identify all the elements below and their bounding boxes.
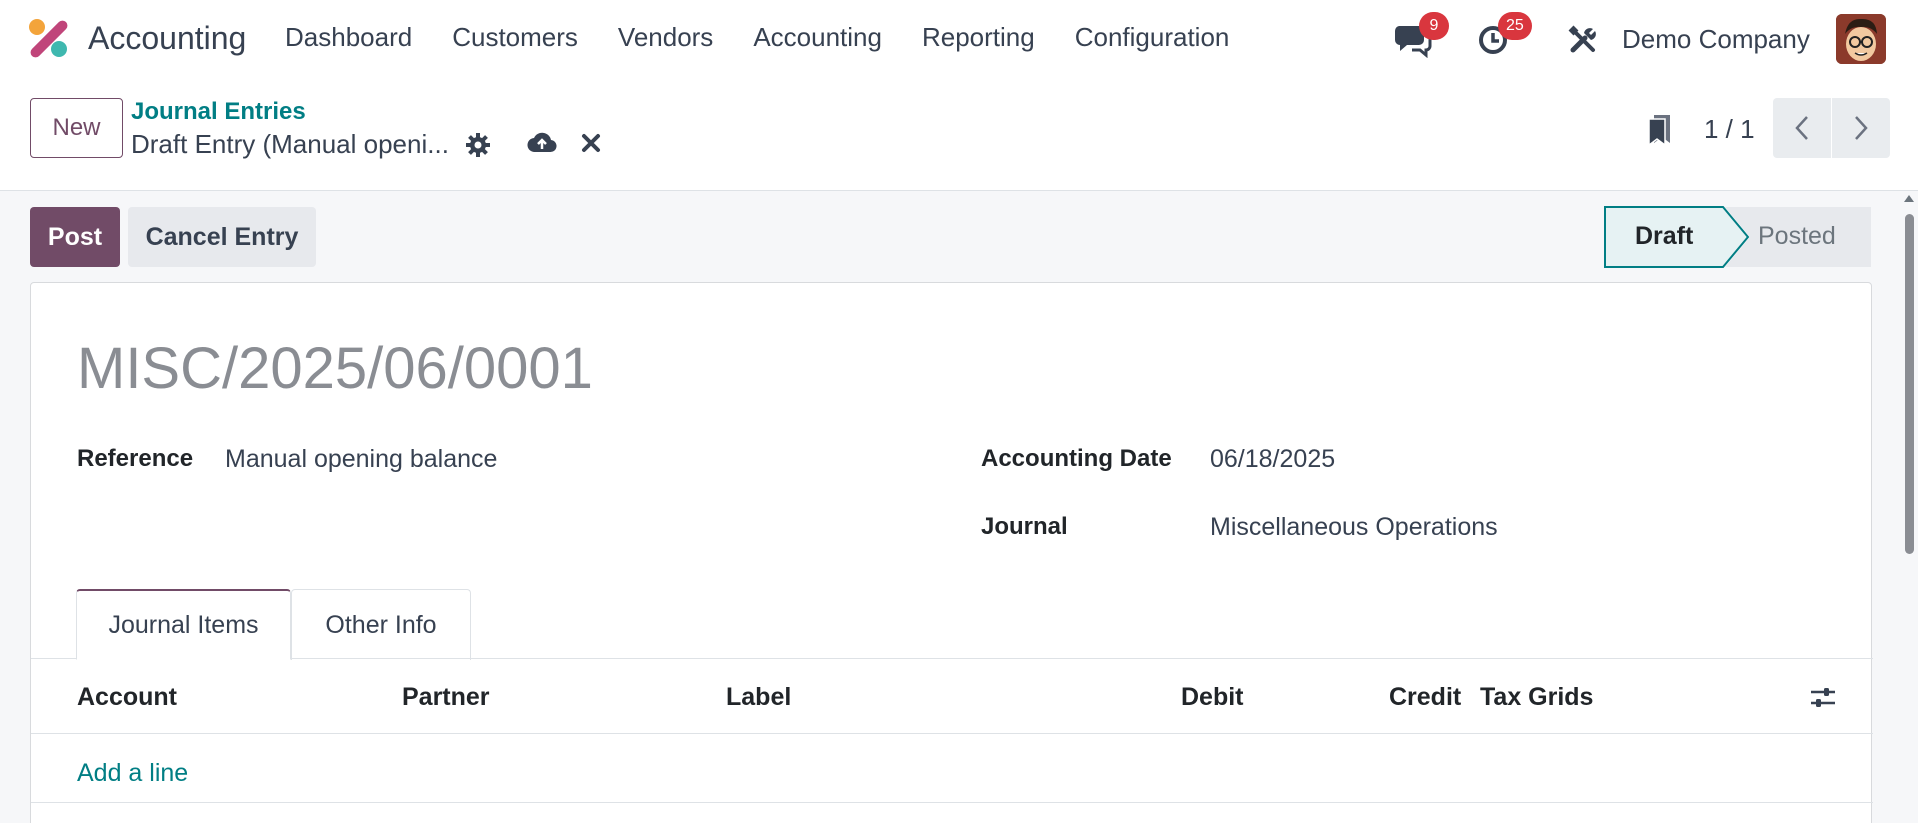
pager-value[interactable]: 1 / 1: [1704, 114, 1755, 145]
pager-next-button[interactable]: [1832, 98, 1890, 158]
company-switcher[interactable]: Demo Company: [1622, 24, 1810, 55]
menu-item-accounting[interactable]: Accounting: [753, 22, 882, 53]
activities-button[interactable]: 25: [1478, 12, 1532, 61]
column-partner[interactable]: Partner: [402, 683, 490, 712]
gear-icon[interactable]: [465, 132, 491, 158]
column-debit[interactable]: Debit: [1181, 683, 1244, 712]
status-draft[interactable]: Draft: [1635, 222, 1693, 251]
status-posted[interactable]: Posted: [1758, 222, 1836, 251]
app-logo-icon[interactable]: [28, 18, 70, 60]
close-icon[interactable]: [580, 132, 602, 154]
breadcrumb-journal-entries[interactable]: Journal Entries: [131, 98, 306, 126]
accounting-date-field[interactable]: 06/18/2025: [1210, 445, 1335, 474]
scroll-thumb[interactable]: [1905, 214, 1914, 554]
control-panel: New Journal Entries Draft Entry (Manual …: [0, 78, 1918, 191]
settings-tools-button[interactable]: [1567, 24, 1599, 61]
messages-button[interactable]: 9: [1393, 12, 1449, 63]
journal-label: Journal: [981, 513, 1068, 540]
post-button[interactable]: Post: [30, 207, 120, 267]
tab-other-info[interactable]: Other Info: [291, 589, 471, 660]
column-tax-grids[interactable]: Tax Grids: [1480, 683, 1593, 712]
messages-badge: 9: [1419, 12, 1449, 40]
top-navbar: Accounting Dashboard Customers Vendors A…: [0, 0, 1918, 78]
new-button[interactable]: New: [30, 98, 123, 158]
scrollbar[interactable]: [1900, 191, 1918, 823]
entry-number: MISC/2025/06/0001: [77, 336, 593, 401]
column-label[interactable]: Label: [726, 683, 791, 712]
pager-previous-button[interactable]: [1773, 98, 1831, 158]
column-credit[interactable]: Credit: [1389, 683, 1461, 712]
cloud-upload-icon[interactable]: [527, 132, 557, 156]
tools-icon: [1568, 25, 1596, 53]
activities-badge: 25: [1498, 12, 1532, 40]
reference-field[interactable]: Manual opening balance: [225, 445, 497, 474]
tab-journal-items[interactable]: Journal Items: [76, 589, 291, 660]
form-view: Post Cancel Entry Draft Posted MISC/2025…: [0, 191, 1900, 823]
menu-item-dashboard[interactable]: Dashboard: [285, 22, 412, 53]
reference-label: Reference: [77, 445, 194, 472]
menu-item-configuration[interactable]: Configuration: [1075, 22, 1230, 53]
status-bar: Draft Posted: [1603, 206, 1872, 268]
table-divider: [31, 802, 1873, 803]
form-sheet: MISC/2025/06/0001 Reference Manual openi…: [30, 282, 1873, 823]
record-title: Draft Entry (Manual openi...: [131, 129, 449, 159]
bookmark-icon[interactable]: [1646, 113, 1674, 147]
main-menu: Dashboard Customers Vendors Accounting R…: [285, 22, 1229, 53]
cancel-entry-button[interactable]: Cancel Entry: [128, 207, 316, 267]
notebook-tabs: Journal Items Other Info: [31, 589, 1873, 660]
table-header: Account Partner Label Debit Credit Tax G…: [31, 659, 1873, 734]
add-line-link[interactable]: Add a line: [77, 759, 188, 788]
accounting-date-label: Accounting Date: [981, 445, 1172, 472]
menu-item-reporting[interactable]: Reporting: [922, 22, 1035, 53]
scroll-up-icon[interactable]: [1904, 195, 1914, 202]
menu-item-customers[interactable]: Customers: [452, 22, 578, 53]
journal-field[interactable]: Miscellaneous Operations: [1210, 513, 1498, 542]
menu-item-vendors[interactable]: Vendors: [618, 22, 713, 53]
chevron-right-icon: [1855, 116, 1868, 140]
chevron-left-icon: [1795, 116, 1808, 140]
app-name[interactable]: Accounting: [88, 20, 246, 57]
optional-columns-icon[interactable]: [1809, 686, 1837, 710]
column-account[interactable]: Account: [77, 683, 177, 712]
avatar[interactable]: [1836, 14, 1886, 64]
